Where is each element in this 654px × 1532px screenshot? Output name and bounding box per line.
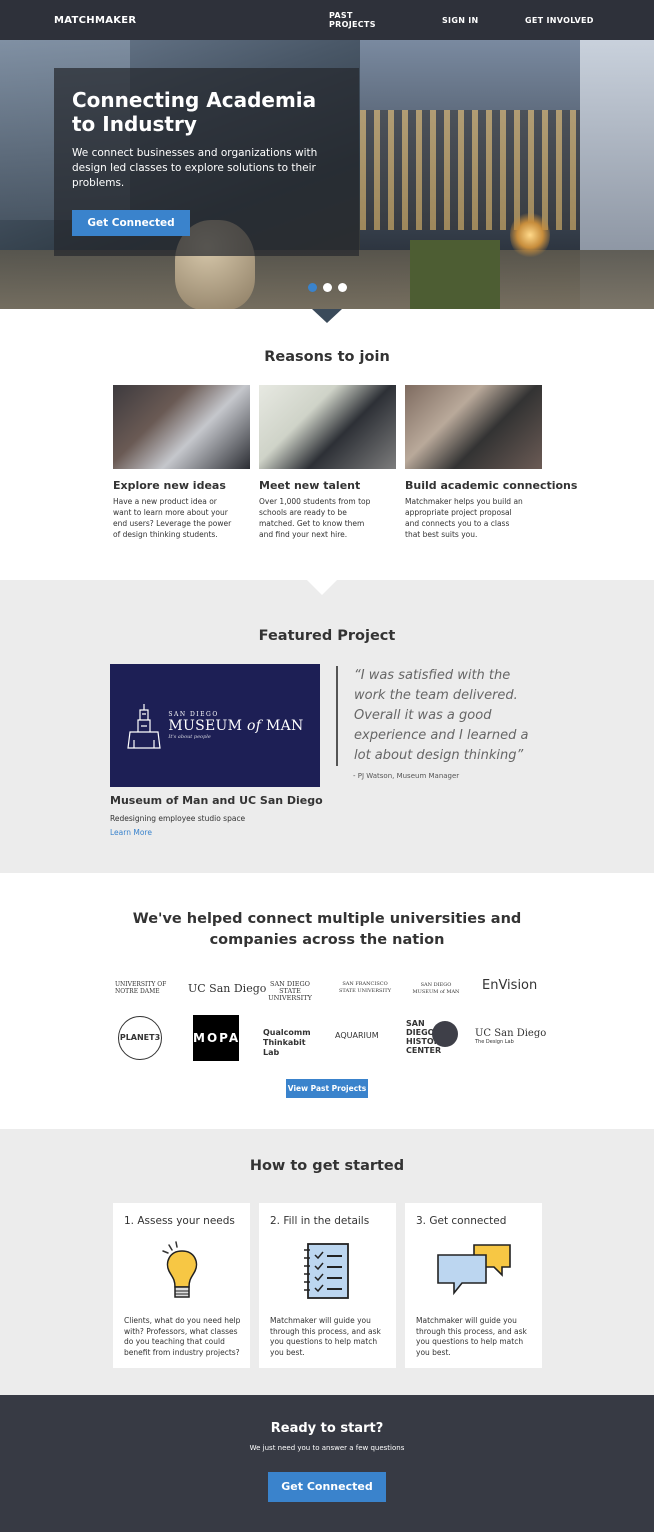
footer-subtitle: We just need you to answer a few questio… bbox=[249, 1444, 405, 1452]
hero-get-connected-button[interactable]: Get Connected bbox=[72, 210, 190, 236]
museum-logo-tagline: It's about people bbox=[168, 734, 211, 740]
checklist-icon bbox=[259, 1241, 396, 1301]
carousel-dot-3[interactable] bbox=[338, 283, 347, 292]
reasons-section: Reasons to join Explore new ideas Have a… bbox=[0, 309, 654, 580]
museum-logo-word-museum: MUSEUM bbox=[168, 718, 243, 734]
reason-card-text: Have a new product idea or want to learn… bbox=[113, 497, 232, 539]
sfsu-logo[interactable]: SAN FRANCISCO STATE UNIVERSITY bbox=[335, 981, 395, 995]
reason-card-title: Explore new ideas bbox=[113, 479, 226, 492]
partners-title-line2: companies across the nation bbox=[209, 932, 445, 948]
step-card: 3. Get connected Matchmaker will guide y… bbox=[405, 1203, 542, 1368]
reasons-title: Reasons to join bbox=[264, 349, 390, 365]
step-card: 2. Fill in the details Matchmaker will g… bbox=[259, 1203, 396, 1368]
steps-list: 1. Assess your needs Clients, what do yo… bbox=[113, 1203, 542, 1368]
hero-photo-walkway bbox=[0, 250, 654, 309]
museum-logo-mark: SAN DIEGO MUSEUM of MAN It's about peopl… bbox=[126, 702, 303, 750]
project-subtitle: Redesigning employee studio space bbox=[110, 814, 246, 823]
hero-pointer-arrow bbox=[312, 309, 342, 323]
hero-photo-windows bbox=[360, 110, 580, 230]
hero-photo-lawn bbox=[410, 240, 500, 309]
reason-card-title: Meet new talent bbox=[259, 479, 361, 492]
project-title: Museum of Man and UC San Diego bbox=[110, 794, 323, 807]
quote-author: - PJ Watson, Museum Manager bbox=[353, 772, 460, 780]
how-to-start-section: How to get started 1. Assess your needs … bbox=[0, 1129, 654, 1395]
notre-dame-logo[interactable]: UNIVERSITY OF NOTRE DAME bbox=[115, 981, 175, 995]
footer-title: Ready to start? bbox=[270, 1421, 384, 1436]
planet3-logo[interactable]: PLANET3 bbox=[118, 1016, 162, 1060]
hero-title: Connecting Academia to Industry bbox=[72, 88, 317, 136]
ready-to-start-footer: Ready to start? We just need you to answ… bbox=[0, 1395, 654, 1532]
featured-project-section: Featured Project SAN DIEGO MUSEUM of MAN… bbox=[0, 580, 654, 873]
hero-description: We connect businesses and organizations … bbox=[72, 147, 318, 189]
reason-photo-students-computer bbox=[113, 385, 250, 469]
reason-photo-classroom bbox=[405, 385, 542, 469]
museum-logo-text: SAN DIEGO MUSEUM of MAN It's about peopl… bbox=[168, 711, 303, 740]
hero-photo-tree bbox=[510, 210, 550, 260]
step-title: 1. Assess your needs bbox=[124, 1215, 235, 1227]
sdsu-logo[interactable]: SAN DIEGO STATE UNIVERSITY bbox=[260, 981, 320, 1002]
ucsd-design-text: UC San Diego bbox=[475, 1028, 547, 1039]
design-lab-text: The Design Lab bbox=[475, 1039, 514, 1045]
step-text: Matchmaker will guide you through this p… bbox=[416, 1316, 527, 1357]
carousel-dot-2[interactable] bbox=[323, 283, 332, 292]
museum-logo-line2: MUSEUM of MAN bbox=[168, 718, 303, 734]
reason-card: Build academic connections Matchmaker he… bbox=[405, 385, 578, 540]
how-title: How to get started bbox=[249, 1158, 405, 1174]
museum-logo-word-of: of bbox=[247, 718, 262, 734]
mopa-logo[interactable]: MOPA bbox=[193, 1015, 239, 1061]
museum-logo-line1: SAN DIEGO bbox=[168, 711, 219, 718]
ucsd-logo[interactable]: UC San Diego bbox=[188, 982, 266, 995]
sd-history-center-logo[interactable]: SAN DIEGO HISTORY CENTER bbox=[406, 1019, 458, 1055]
reason-card: Explore new ideas Have a new product ide… bbox=[113, 385, 250, 540]
step-title: 3. Get connected bbox=[416, 1215, 507, 1227]
ucsd-design-lab-logo[interactable]: UC San Diego The Design Lab bbox=[475, 1028, 546, 1045]
reason-card-text: Over 1,000 students from top schools are… bbox=[259, 497, 371, 539]
reason-photo-students-whiteboard bbox=[259, 385, 396, 469]
view-past-projects-button[interactable]: View Past Projects bbox=[286, 1079, 368, 1098]
qualcomm-thinkabit-logo[interactable]: Qualcomm Thinkabit Lab bbox=[263, 1028, 318, 1058]
section-pointer-arrow bbox=[307, 580, 337, 595]
reasons-cards: Explore new ideas Have a new product ide… bbox=[113, 385, 578, 540]
museum-of-man-logo[interactable]: SAN DIEGO MUSEUM of MAN It's about peopl… bbox=[110, 664, 320, 787]
nav-past-projects[interactable]: PAST PROJECTS bbox=[329, 11, 399, 29]
learn-more-link[interactable]: Learn More bbox=[110, 828, 152, 837]
envision-logo[interactable]: EnVision bbox=[482, 978, 537, 993]
aquarium-logo[interactable]: AQUARIUM bbox=[335, 1031, 379, 1040]
sdhc-circle-mark bbox=[432, 1021, 458, 1047]
brand-logo[interactable]: MATCHMAKER bbox=[54, 15, 136, 26]
museum-of-man-small-logo[interactable]: SAN DIEGO MUSEUM of MAN bbox=[408, 982, 464, 996]
testimonial-quote: “I was satisfied with the work the team … bbox=[336, 666, 531, 766]
tower-icon bbox=[127, 703, 162, 749]
top-nav: MATCHMAKER PAST PROJECTS SIGN IN GET INV… bbox=[0, 0, 654, 40]
reason-card-title: Build academic connections bbox=[405, 479, 578, 492]
step-card: 1. Assess your needs Clients, what do yo… bbox=[113, 1203, 250, 1368]
step-text: Matchmaker will guide you through this p… bbox=[270, 1316, 381, 1357]
partners-title: We've helped connect multiple universiti… bbox=[0, 909, 654, 951]
nav-sign-in[interactable]: SIGN IN bbox=[442, 16, 482, 25]
carousel-dots bbox=[308, 283, 347, 292]
lightbulb-icon bbox=[113, 1241, 250, 1305]
museum-logo-word-man: MAN bbox=[266, 718, 304, 734]
chat-bubbles-icon bbox=[405, 1241, 542, 1297]
reason-card: Meet new talent Over 1,000 students from… bbox=[259, 385, 396, 540]
partners-section: We've helped connect multiple universiti… bbox=[0, 873, 654, 1129]
partners-title-line1: We've helped connect multiple universiti… bbox=[132, 911, 522, 927]
step-text: Clients, what do you need help with? Pro… bbox=[124, 1316, 241, 1357]
step-title: 2. Fill in the details bbox=[270, 1215, 370, 1227]
hero-text-panel: Connecting Academia to Industry We conne… bbox=[54, 68, 359, 256]
nav-get-involved[interactable]: GET INVOLVED bbox=[525, 16, 595, 25]
hero-carousel: Connecting Academia to Industry We conne… bbox=[0, 40, 654, 309]
featured-title: Featured Project bbox=[258, 628, 396, 644]
footer-get-connected-button[interactable]: Get Connected bbox=[268, 1472, 386, 1502]
reason-card-text: Matchmaker helps you build an appropriat… bbox=[405, 497, 523, 539]
carousel-dot-1[interactable] bbox=[308, 283, 317, 292]
quote-text: “I was satisfied with the work the team … bbox=[354, 668, 529, 763]
